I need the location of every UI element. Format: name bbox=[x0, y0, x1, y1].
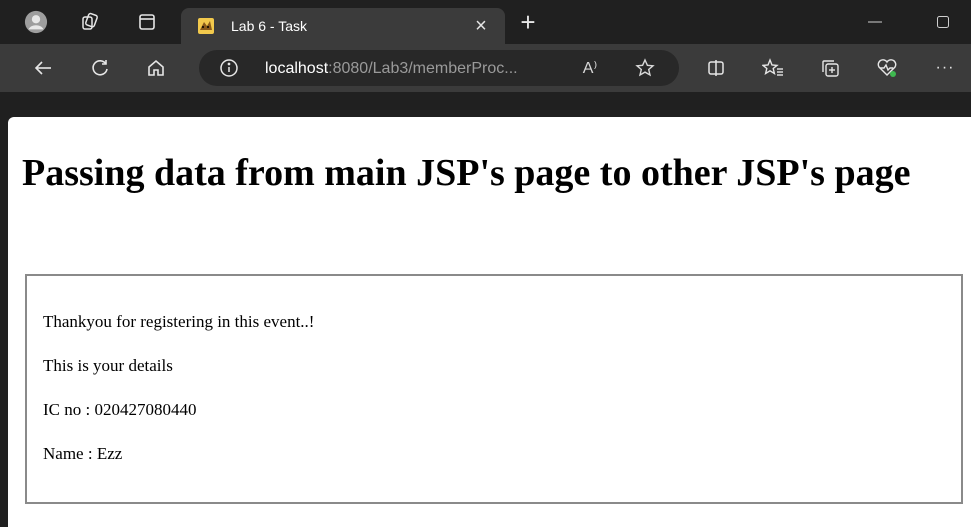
tab-title: Lab 6 - Task bbox=[231, 18, 308, 34]
read-aloud-icon[interactable]: A⁾ bbox=[578, 56, 602, 80]
name-text: Name : Ezz bbox=[43, 444, 123, 463]
minimize-button[interactable] bbox=[860, 8, 890, 36]
maximize-button[interactable] bbox=[928, 8, 958, 36]
tomcat-favicon-icon bbox=[197, 17, 215, 35]
refresh-button[interactable] bbox=[88, 56, 112, 80]
more-icon: ··· bbox=[935, 59, 955, 76]
favorites-icon[interactable] bbox=[761, 56, 785, 80]
tab-actions-icon[interactable] bbox=[135, 10, 159, 34]
tab-close-button[interactable]: × bbox=[469, 14, 493, 38]
back-button[interactable] bbox=[31, 56, 55, 80]
star-icon[interactable] bbox=[633, 56, 657, 80]
home-button[interactable] bbox=[144, 56, 168, 80]
tab-strip: Lab 6 - Task × + bbox=[0, 0, 971, 44]
plus-icon: + bbox=[520, 7, 536, 37]
address-bar[interactable]: localhost:8080/Lab3/memberProc... A⁾ bbox=[199, 50, 679, 86]
browser-essentials-icon[interactable] bbox=[875, 56, 899, 80]
url-path: :8080/Lab3/memberProc... bbox=[328, 60, 518, 77]
url-text[interactable]: localhost:8080/Lab3/memberProc... bbox=[265, 60, 518, 78]
url-host: localhost bbox=[265, 60, 329, 77]
new-tab-button[interactable]: + bbox=[516, 7, 540, 37]
tab-active[interactable]: Lab 6 - Task × bbox=[181, 8, 505, 44]
workspaces-icon[interactable] bbox=[78, 10, 102, 34]
profile-avatar-icon[interactable] bbox=[24, 10, 48, 34]
back-arrow-icon bbox=[34, 61, 51, 75]
browser-toolbar: localhost:8080/Lab3/memberProc... A⁾ ··· bbox=[0, 44, 971, 92]
more-button[interactable]: ··· bbox=[933, 56, 957, 80]
thank-you-text: Thankyou for registering in this event..… bbox=[43, 312, 315, 331]
split-screen-icon[interactable] bbox=[704, 56, 728, 80]
ic-number-text: IC no : 020427080440 bbox=[43, 400, 197, 419]
minimize-icon bbox=[868, 21, 882, 23]
info-icon[interactable] bbox=[219, 58, 239, 78]
home-icon bbox=[148, 59, 164, 76]
details-caption: This is your details bbox=[43, 356, 173, 375]
maximize-icon bbox=[937, 16, 949, 28]
page-viewport: Passing data from main JSP's page to oth… bbox=[8, 117, 971, 527]
refresh-icon bbox=[92, 60, 108, 76]
page-heading: Passing data from main JSP's page to oth… bbox=[22, 152, 911, 194]
details-box: Thankyou for registering in this event..… bbox=[25, 274, 963, 504]
collections-icon[interactable] bbox=[818, 56, 842, 80]
